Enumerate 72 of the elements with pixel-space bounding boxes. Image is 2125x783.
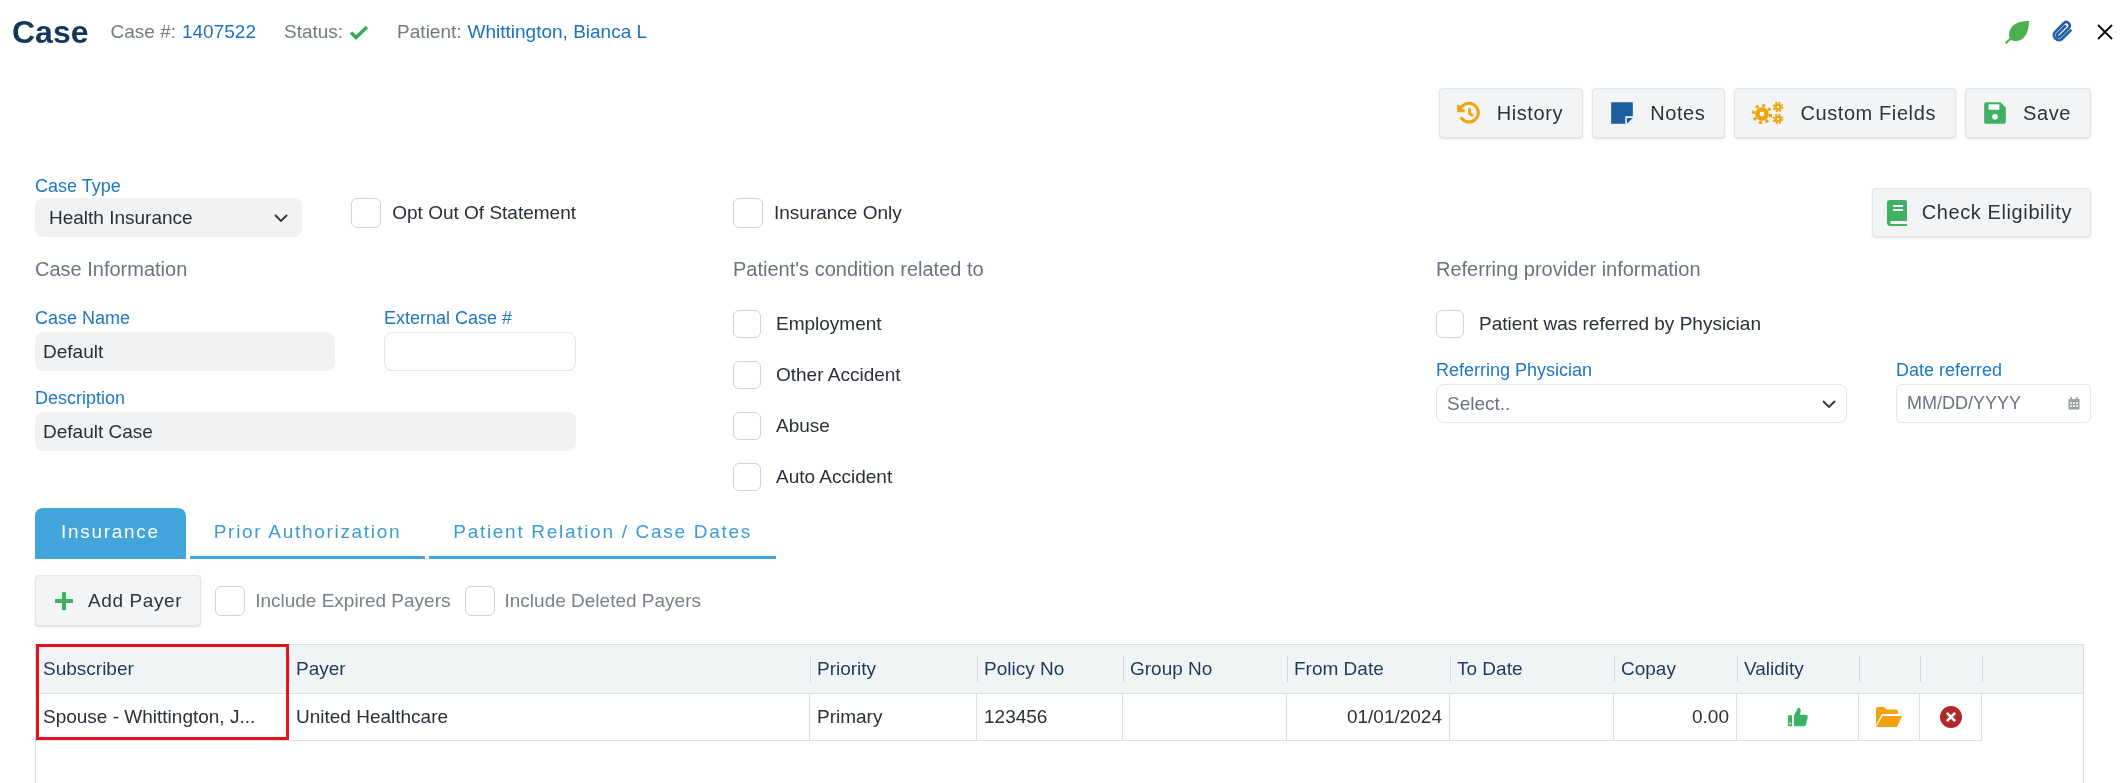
gears-icon (1751, 101, 1786, 125)
action-button[interactable]: Save (1965, 88, 2091, 138)
table-cell: 123456 (984, 706, 1048, 728)
plus-icon (54, 590, 74, 611)
status-label: Status: (283, 21, 344, 43)
section-heading: Patient's condition related to (733, 257, 984, 281)
checkbox-label: Abuse (776, 415, 830, 437)
field-label: Case Name (35, 307, 131, 329)
action-button[interactable]: Custom Fields (1734, 88, 1956, 138)
column-header: Group No (1123, 645, 1287, 693)
leaf-icon[interactable] (2004, 20, 2030, 44)
section-heading: Referring provider information (1436, 257, 1701, 281)
action-button[interactable]: Notes (1592, 88, 1726, 138)
checkbox-label: Opt Out Of Statement (392, 202, 576, 224)
checkbox-label: Employment (776, 313, 882, 335)
case-type-select[interactable]: Health Insurance (35, 198, 303, 237)
note-icon (1609, 100, 1636, 126)
patient-label: Patient: (397, 21, 462, 43)
case-number-link[interactable]: 1407522 (182, 21, 256, 43)
column-header: Copay (1614, 645, 1737, 693)
table-cell: 0.00 (1692, 706, 1729, 728)
column-header: Validity (1737, 645, 1859, 693)
field-label: Description (35, 387, 126, 409)
field-label: External Case # (384, 307, 513, 329)
check-eligibility-button[interactable]: Check Eligibility (1871, 188, 2091, 237)
delete-icon[interactable] (1939, 706, 1962, 728)
checkbox[interactable] (733, 310, 761, 338)
column-header: To Date (1450, 645, 1614, 693)
checkbox-label: Include Expired Payers (255, 589, 451, 612)
checkbox[interactable] (733, 198, 763, 228)
column-header: Priority (810, 645, 977, 693)
calendar-icon[interactable] (2068, 397, 2080, 410)
column-header: Policy No (977, 645, 1123, 693)
book-icon (1886, 199, 1907, 226)
checkbox[interactable] (215, 585, 246, 616)
checkbox-label: Patient was referred by Physician (1479, 313, 1761, 335)
physician-select[interactable]: Select.. (1436, 384, 1847, 423)
page-title: Case (12, 13, 89, 51)
checkbox[interactable] (1436, 310, 1464, 338)
table-cell: Spouse - Whittington, J... (43, 706, 256, 728)
case-name-input[interactable]: Default (35, 332, 335, 371)
history-icon (1455, 100, 1482, 126)
add-payer-button[interactable]: Add Payer (35, 575, 202, 626)
table-cell: 01/01/2024 (1346, 706, 1442, 728)
table-cell: Primary (817, 706, 883, 728)
checkbox-label: Other Accident (776, 364, 901, 386)
field-label: Referring Physician (1436, 359, 1593, 381)
column-header: From Date (1287, 645, 1450, 693)
checkbox[interactable] (733, 412, 761, 440)
chevron-down-icon (1822, 399, 1836, 408)
field-label: Date referred (1896, 359, 2003, 381)
section-heading: Case Information (35, 257, 188, 281)
column-header: Payer (289, 645, 810, 693)
close-icon[interactable] (2097, 24, 2113, 40)
checkbox[interactable] (733, 361, 761, 389)
checkbox[interactable] (351, 198, 382, 228)
action-button[interactable]: History (1438, 88, 1584, 138)
checkbox[interactable] (733, 463, 761, 491)
date-input[interactable]: MM/DD/YYYY (1896, 384, 2091, 423)
description-input[interactable]: Default Case (35, 412, 576, 451)
case-number-label: Case #: (110, 21, 176, 43)
field-label: Case Type (35, 175, 121, 197)
checkbox[interactable] (464, 585, 495, 616)
checkbox-label: Insurance Only (774, 202, 902, 224)
paperclip-icon[interactable] (2051, 20, 2073, 44)
checkbox-label: Auto Accident (776, 466, 893, 488)
folder-icon[interactable] (1876, 707, 1902, 727)
patient-name-link[interactable]: Whittington, Bianca L (467, 21, 648, 43)
checkbox-label: Include Deleted Payers (504, 589, 701, 612)
external-case-input[interactable] (384, 332, 576, 371)
table-cell: United Healthcare (296, 706, 449, 728)
chevron-down-icon (274, 213, 289, 222)
